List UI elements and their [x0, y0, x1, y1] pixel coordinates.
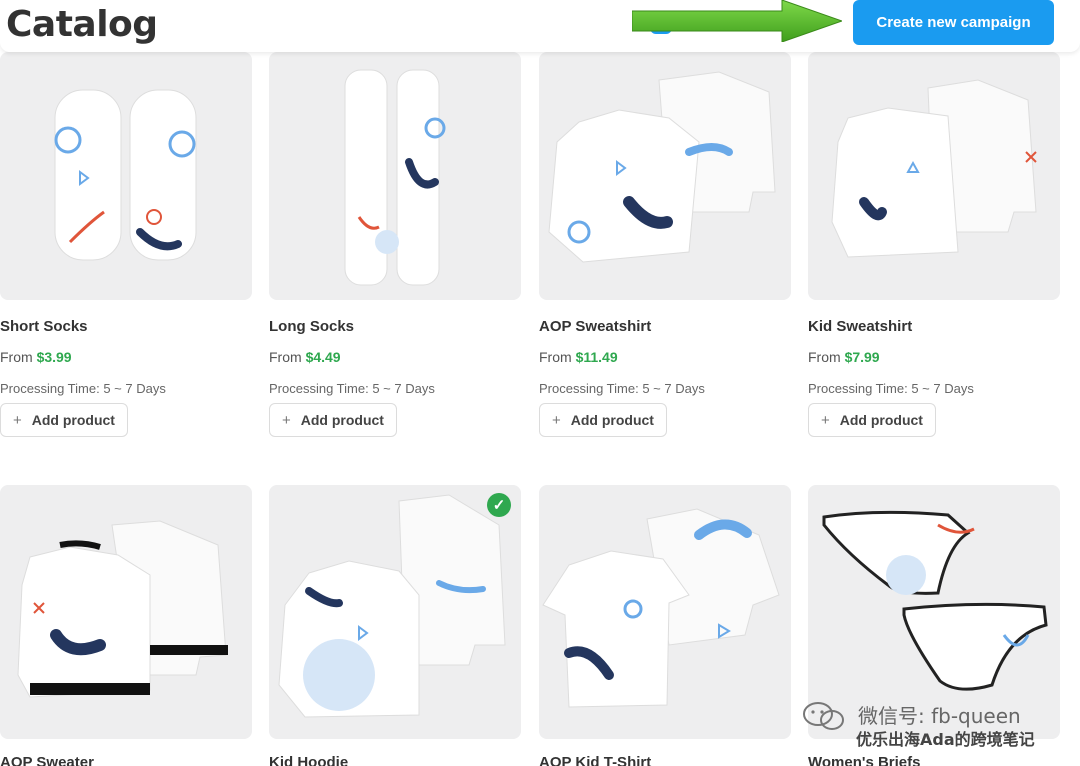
processing-time: Processing Time: 5 ~ 7 Days [539, 381, 705, 396]
add-product-label: Add product [570, 412, 654, 428]
processing-time: Processing Time: 5 ~ 7 Days [0, 381, 166, 396]
price-amount: $3.99 [36, 349, 72, 365]
price-prefix: From [269, 349, 306, 365]
selected-check-icon: ✓ [487, 493, 511, 517]
processing-time: Processing Time: 5 ~ 7 Days [808, 381, 974, 396]
sweater-image[interactable] [0, 485, 252, 739]
tshirt-illustration [542, 508, 780, 708]
wechat-watermark: 微信号: fb-queen 优乐出海Ada的跨境笔记 [798, 700, 1058, 750]
product-price-row: From $7.99 [808, 349, 880, 365]
price-amount: $11.49 [575, 349, 618, 365]
sweatshirt-image[interactable] [539, 52, 791, 300]
product-name: AOP Kid T-Shirt [539, 754, 652, 766]
socks-long-illustration [344, 69, 446, 286]
price-amount: $7.99 [844, 349, 880, 365]
product-name: Kid Hoodie [269, 754, 349, 766]
add-product-label: Add product [300, 412, 384, 428]
product-name: Short Socks [0, 318, 88, 335]
green-arrow-icon [632, 0, 842, 42]
add-product-button[interactable]: + Add product [539, 403, 667, 437]
socks-short-illustration [54, 89, 197, 261]
socks-short-image[interactable] [0, 52, 252, 300]
sweatshirt-illustration [548, 71, 776, 263]
product-name: AOP Sweatshirt [539, 318, 652, 335]
product-price-row: From $11.49 [539, 349, 618, 365]
kid-sweatshirt-illustration [831, 79, 1037, 258]
product-name: AOP Sweater [0, 754, 94, 766]
product-price-row: From $3.99 [0, 349, 72, 365]
price-prefix: From [0, 349, 37, 365]
add-product-button[interactable]: + Add product [269, 403, 397, 437]
product-name: Kid Sweatshirt [808, 318, 913, 335]
add-product-label: Add product [31, 412, 115, 428]
watermark-name: 优乐出海Ada的跨境笔记 [856, 730, 1035, 749]
processing-time: Processing Time: 5 ~ 7 Days [269, 381, 435, 396]
add-product-button[interactable]: + Add product [808, 403, 936, 437]
hoodie-image[interactable]: ✓ [269, 485, 521, 739]
top-bar: Catalog Create new campaign [0, 0, 1080, 52]
price-amount: $4.49 [305, 349, 341, 365]
product-price-row: From $4.49 [269, 349, 341, 365]
watermark-id: 微信号: fb-queen [858, 704, 1021, 728]
wechat-logo-icon [803, 702, 844, 730]
hoodie-illustration [278, 494, 506, 718]
sweater-illustration [17, 520, 228, 698]
plus-icon: + [552, 411, 561, 429]
add-product-button[interactable]: + Add product [0, 403, 128, 437]
plus-icon: + [821, 411, 830, 429]
tshirt-image[interactable] [539, 485, 791, 739]
product-name: Long Socks [269, 318, 355, 335]
plus-icon: + [282, 411, 291, 429]
price-prefix: From [808, 349, 845, 365]
page-title: Catalog [6, 4, 158, 45]
product-name: Women's Briefs [808, 754, 921, 766]
socks-long-image[interactable] [269, 52, 521, 300]
add-product-label: Add product [839, 412, 923, 428]
plus-icon: + [13, 411, 22, 429]
price-prefix: From [539, 349, 576, 365]
create-campaign-button[interactable]: Create new campaign [853, 0, 1054, 45]
kid-sweatshirt-image[interactable] [808, 52, 1060, 300]
